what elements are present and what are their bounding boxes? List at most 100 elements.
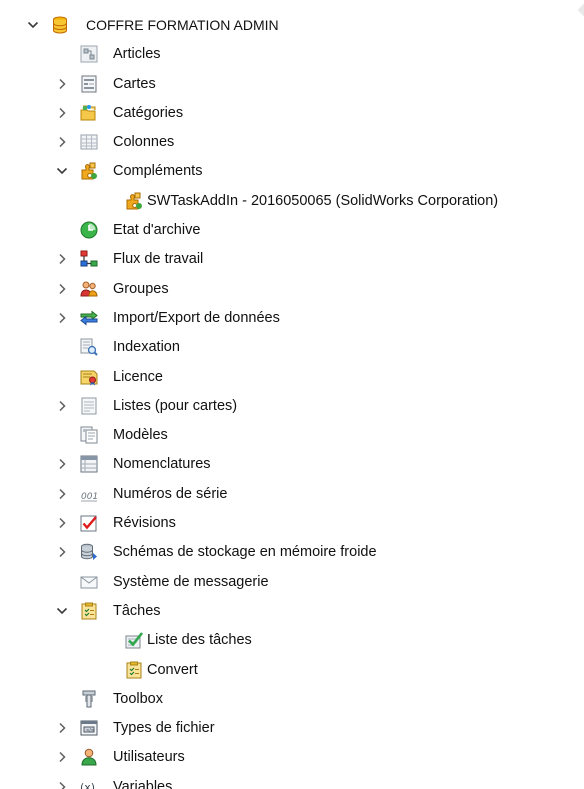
license-icon xyxy=(80,368,98,386)
file-types-icon: </> xyxy=(80,719,98,737)
revisions-check-icon xyxy=(80,514,98,532)
tree-node-label: Cartes xyxy=(113,75,156,92)
tree-node-cartes[interactable]: Cartes xyxy=(0,70,584,99)
import-export-icon xyxy=(80,309,98,327)
tree-node-label: Schémas de stockage en mémoire froide xyxy=(113,544,377,561)
tree-node-label: COFFRE FORMATION ADMIN xyxy=(86,17,279,33)
tree-node-label: Nomenclatures xyxy=(113,456,211,473)
addin-puzzle-icon xyxy=(125,192,143,210)
tree-node-schemas-de-stockage-en-memoire-froide[interactable]: Schémas de stockage en mémoire froide xyxy=(0,538,584,567)
cold-storage-icon xyxy=(80,543,98,561)
tree-node-indexation[interactable]: Indexation xyxy=(0,333,584,362)
tree-node-coffre-formation-admin[interactable]: COFFRE FORMATION ADMIN xyxy=(0,11,584,40)
chevron-right-icon[interactable] xyxy=(56,751,68,763)
chevron-right-icon[interactable] xyxy=(56,283,68,295)
archive-state-icon xyxy=(80,221,98,239)
user-icon xyxy=(80,748,98,766)
tree-node-label: Convert xyxy=(147,661,198,678)
tree-node-label: Articles xyxy=(113,46,161,63)
tree-node-taches[interactable]: Tâches xyxy=(0,597,584,626)
tree-node-label: Colonnes xyxy=(113,134,175,151)
tree-node-groupes[interactable]: Groupes xyxy=(0,275,584,304)
tree-node-systeme-de-messagerie[interactable]: Système de messagerie xyxy=(0,568,584,597)
tree-node-convert[interactable]: Convert xyxy=(0,656,584,685)
tree-node-label: Flux de travail xyxy=(113,251,204,268)
tree-node-revisions[interactable]: Révisions xyxy=(0,509,584,538)
tree-node-categories[interactable]: Catégories xyxy=(0,99,584,128)
tree-node-label: Catégories xyxy=(113,104,184,121)
tree-node-swtaskaddin-2016050065-solidworks-corporation[interactable]: SWTaskAddIn - 2016050065 (SolidWorks Cor… xyxy=(0,187,584,216)
tree-node-label: Toolbox xyxy=(113,690,163,707)
workflow-icon xyxy=(80,250,98,268)
chevron-right-icon[interactable] xyxy=(56,517,68,529)
chevron-right-icon[interactable] xyxy=(56,78,68,90)
chevron-right-icon[interactable] xyxy=(56,546,68,558)
chevron-right-icon[interactable] xyxy=(56,136,68,148)
groups-icon xyxy=(80,280,98,298)
tree-node-complements[interactable]: Compléments xyxy=(0,157,584,186)
serial-numbers-icon: 001 xyxy=(80,485,98,503)
chevron-down-icon[interactable] xyxy=(27,19,39,31)
categories-icon xyxy=(80,104,98,122)
tree-node-label: Indexation xyxy=(113,339,180,356)
chevron-down-icon[interactable] xyxy=(56,605,68,617)
tree-node-label: Etat d'archive xyxy=(113,222,201,239)
task-list-check-icon xyxy=(125,631,143,649)
tree-node-licence[interactable]: Licence xyxy=(0,363,584,392)
tree-node-types-de-fichier[interactable]: </> Types de fichier xyxy=(0,714,584,743)
tree-node-label: Licence xyxy=(113,368,163,385)
bom-icon xyxy=(80,455,98,473)
tree-node-label: Compléments xyxy=(113,163,203,180)
tree-node-label: Numéros de série xyxy=(113,485,228,502)
tree-node-etat-d-archive[interactable]: Etat d'archive xyxy=(0,216,584,245)
chevron-right-icon[interactable] xyxy=(56,781,68,789)
svg-text:(x): (x) xyxy=(80,781,95,789)
chevron-down-icon[interactable] xyxy=(56,165,68,177)
addins-puzzle-icon xyxy=(80,162,98,180)
tree-node-numeros-de-serie[interactable]: 001 Numéros de série xyxy=(0,480,584,509)
tree-node-nomenclatures[interactable]: Nomenclatures xyxy=(0,450,584,479)
tree-node-label: Liste des tâches xyxy=(147,632,252,649)
chevron-right-icon[interactable] xyxy=(56,400,68,412)
tree-node-variables[interactable]: (x) Variables xyxy=(0,773,584,789)
chevron-right-icon[interactable] xyxy=(56,488,68,500)
tree-node-import-export-de-donnees[interactable]: Import/Export de données xyxy=(0,304,584,333)
indexing-icon xyxy=(80,338,98,356)
vault-database-icon xyxy=(51,16,69,34)
chevron-right-icon[interactable] xyxy=(56,722,68,734)
chevron-right-icon[interactable] xyxy=(56,312,68,324)
lists-icon xyxy=(80,397,98,415)
tree-node-label: Utilisateurs xyxy=(113,749,185,766)
cards-icon xyxy=(80,75,98,93)
tasks-clipboard-icon xyxy=(80,602,98,620)
toolbox-bolt-icon xyxy=(80,690,98,708)
tree-node-label: Variables xyxy=(113,778,173,789)
tree-node-label: Import/Export de données xyxy=(113,309,280,326)
tree-node-label: Listes (pour cartes) xyxy=(113,397,238,414)
tree-node-listes-pour-cartes[interactable]: Listes (pour cartes) xyxy=(0,392,584,421)
vault-tree: COFFRE FORMATION ADMIN Articles Cartes Caté… xyxy=(0,11,584,789)
messaging-envelope-icon xyxy=(80,573,98,591)
tree-node-label: Système de messagerie xyxy=(113,573,269,590)
chevron-right-icon[interactable] xyxy=(56,107,68,119)
tree-node-toolbox[interactable]: Toolbox xyxy=(0,685,584,714)
tree-node-label: Révisions xyxy=(113,515,176,532)
chevron-right-icon[interactable] xyxy=(56,253,68,265)
variables-icon: (x) xyxy=(80,778,98,789)
tree-node-utilisateurs[interactable]: Utilisateurs xyxy=(0,743,584,772)
chevron-right-icon[interactable] xyxy=(56,458,68,470)
tree-node-articles[interactable]: Articles xyxy=(0,40,584,69)
tree-node-flux-de-travail[interactable]: Flux de travail xyxy=(0,245,584,274)
articles-icon xyxy=(80,45,98,63)
tree-node-label: Modèles xyxy=(113,427,168,444)
svg-text:</>: </> xyxy=(86,727,94,732)
tree-node-colonnes[interactable]: Colonnes xyxy=(0,128,584,157)
tree-node-label: Types de fichier xyxy=(113,720,215,737)
columns-icon xyxy=(80,133,98,151)
tree-node-liste-des-taches[interactable]: Liste des tâches xyxy=(0,626,584,655)
tree-node-modeles[interactable]: Modèles xyxy=(0,421,584,450)
tree-node-label: SWTaskAddIn - 2016050065 (SolidWorks Cor… xyxy=(147,192,499,209)
tree-node-label: Groupes xyxy=(113,280,169,297)
task-clipboard-icon xyxy=(125,661,143,679)
vault-tree-panel: COFFRE FORMATION ADMIN Articles Cartes Caté… xyxy=(0,0,584,789)
